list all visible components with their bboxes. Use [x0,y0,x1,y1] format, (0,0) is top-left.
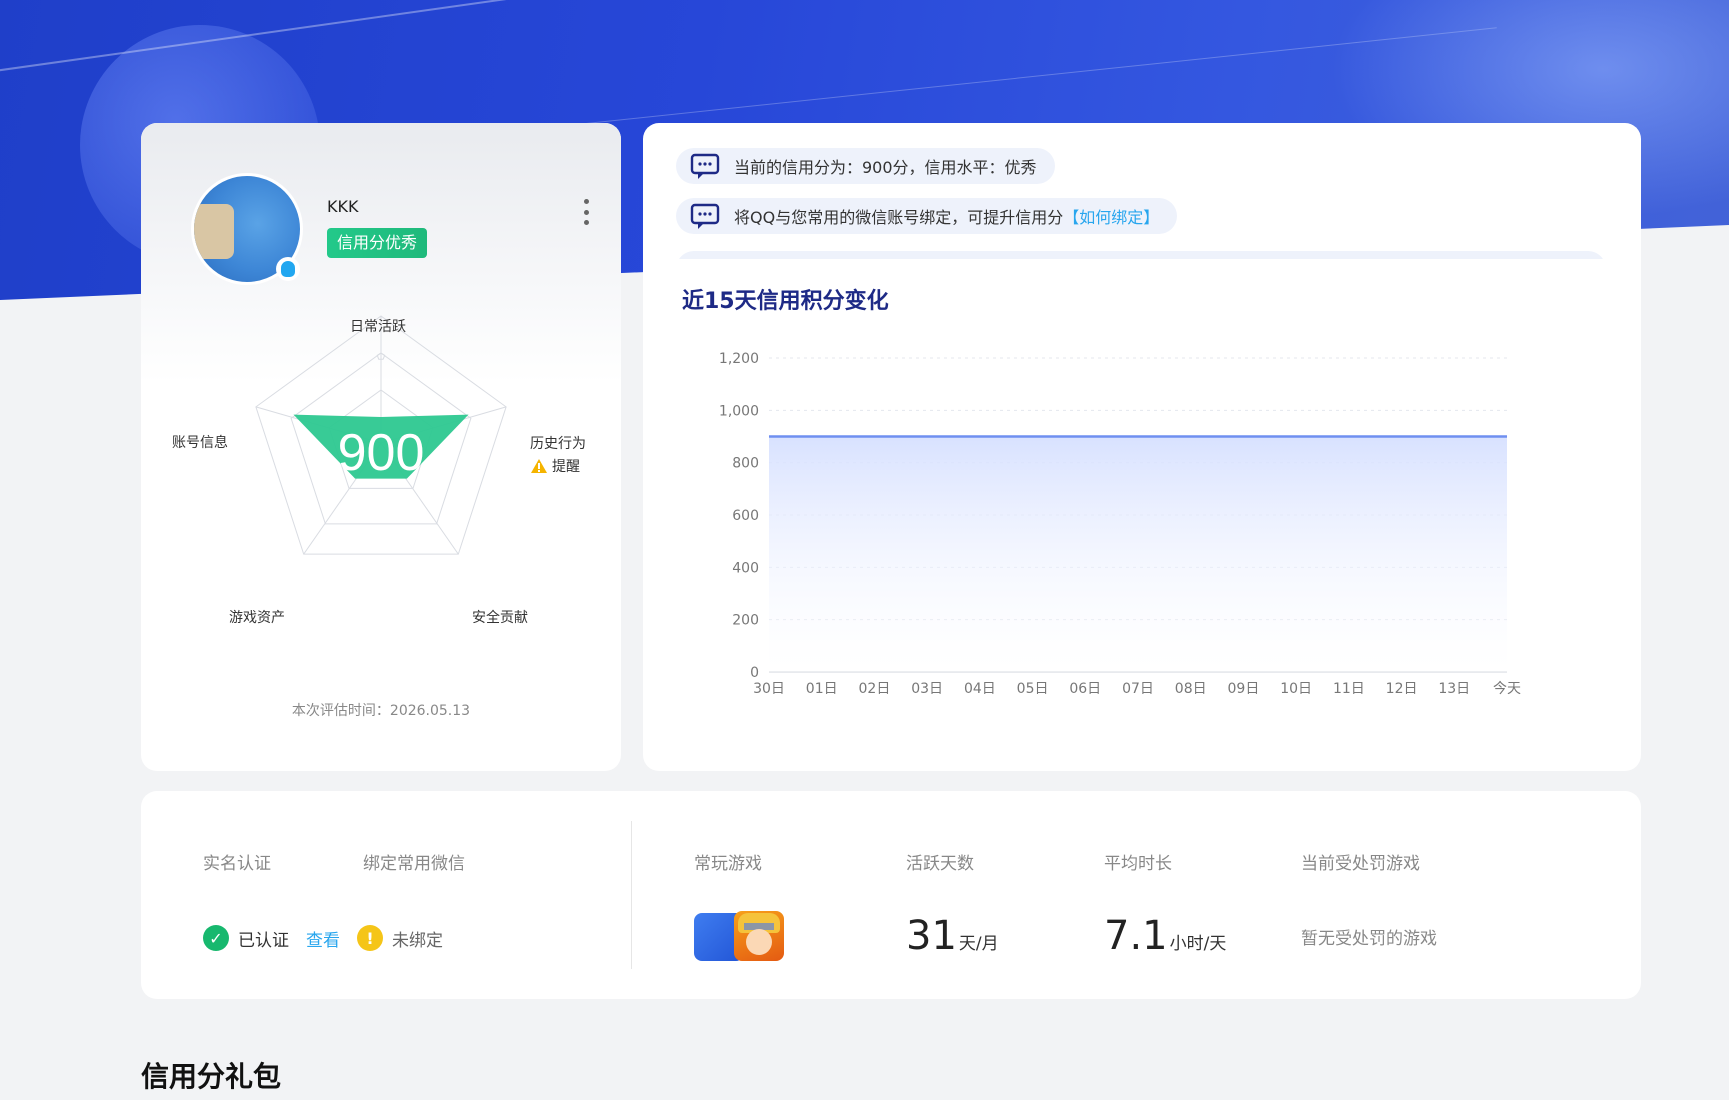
x-tick-label: 08日 [1175,681,1207,697]
series-area [769,436,1507,672]
y-tick-label: 600 [732,508,759,524]
verified-label: 已认证 [238,930,289,951]
unbound-label: 未绑定 [392,930,443,951]
verification-status: ✓ 已认证 查看 ! 未绑定 [203,925,443,951]
x-tick-label: 今天 [1493,681,1521,697]
x-tick-label: 30日 [753,681,785,697]
x-tick-label: 10日 [1280,681,1312,697]
radar-label-game-assets: 游戏资产 [229,610,285,626]
y-tick-label: 1,000 [719,403,759,419]
punished-games-value: 暂无受处罚的游戏 [1301,929,1437,949]
warning-label: 提醒 [552,459,580,475]
avg-time-value: 7.1 [1104,913,1168,959]
average-time: 7.1 小时/天 [1104,913,1226,959]
avg-time-unit: 小时/天 [1169,934,1227,954]
frequent-games [694,911,784,961]
punished-header: 当前受处罚游戏 [1301,854,1420,874]
x-tick-label: 09日 [1228,681,1260,697]
warning-icon [531,459,547,473]
credit-score-value: 900 [338,424,425,482]
evaluation-time: 本次评估时间：2026.05.13 [291,703,471,719]
y-tick-label: 800 [732,456,759,472]
credit-radar-chart: 900 [255,315,507,555]
history-warning[interactable]: 提醒 [530,456,580,476]
radar-label-account-info: 账号信息 [172,435,228,451]
y-tick-label: 0 [750,665,759,681]
x-tick-label: 03日 [911,681,943,697]
active-days-value: 31 [906,913,957,959]
x-tick-label: 04日 [964,681,996,697]
active-days: 31 天/月 [906,913,999,959]
games-header: 常玩游戏 [694,854,762,874]
wechat-header: 绑定常用微信 [363,854,465,874]
realname-header: 实名认证 [203,854,271,874]
y-tick-label: 1,200 [719,351,759,367]
x-tick-label: 11日 [1333,681,1365,697]
account-stats-card: 实名认证 绑定常用微信 常玩游戏 活跃天数 平均时长 当前受处罚游戏 ✓ 已认证… [141,791,1641,999]
exclamation-icon: ! [357,925,383,951]
profile-card: KKK 信用分优秀 900 日常活跃 历史行为 提醒 安全贡献 游戏资产 账号信… [141,123,621,771]
active-days-unit: 天/月 [958,934,999,954]
x-tick-label: 01日 [806,681,838,697]
x-tick-label: 06日 [1069,681,1101,697]
check-icon: ✓ [203,925,229,951]
gift-section-title: 信用分礼包 [141,1060,282,1093]
radar-label-security: 安全贡献 [472,610,528,626]
view-link[interactable]: 查看 [306,926,340,951]
y-tick-label: 200 [732,613,759,629]
radar-label-daily-activity: 日常活跃 [350,319,406,335]
active-days-header: 活跃天数 [906,854,974,874]
avg-time-header: 平均时长 [1104,854,1172,874]
naruto-game-icon[interactable] [734,911,784,961]
credit-trend-chart: 0 200 400 600 800 1,000 1,200 30日 01日 02日 03日 04日 05… [719,351,1521,697]
divider [631,821,632,969]
x-tick-label: 05日 [1017,681,1049,697]
radar-label-history: 历史行为 [530,436,586,452]
x-tick-label: 02日 [859,681,891,697]
x-tick-label: 13日 [1438,681,1470,697]
y-tick-label: 400 [732,560,759,576]
credit-trend-card: 当前的信用分为：900分，信用水平：优秀 将QQ与您常用的微信账号绑定，可提升信… [643,123,1641,771]
x-tick-label: 12日 [1386,681,1418,697]
x-tick-label: 07日 [1122,681,1154,697]
